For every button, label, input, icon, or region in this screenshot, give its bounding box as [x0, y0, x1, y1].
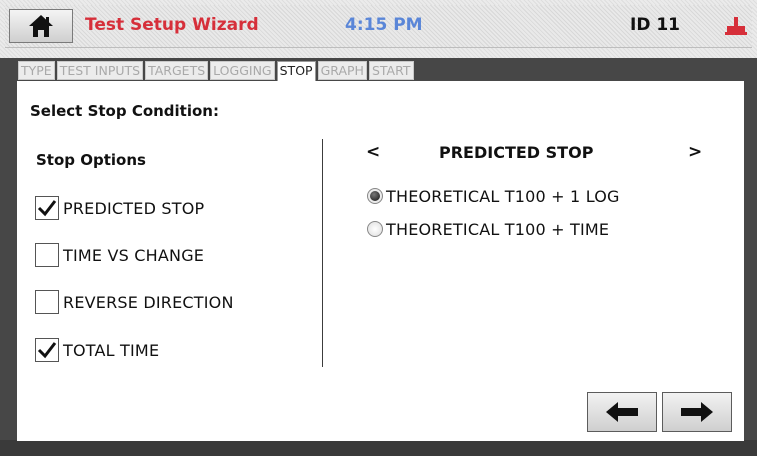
mode-title: PREDICTED STOP [439, 143, 594, 162]
radio-t100-time[interactable]: THEORETICAL T100 + TIME [367, 218, 609, 240]
option-reverse-direction[interactable]: REVERSE DIRECTION [35, 289, 234, 315]
tab-stop[interactable]: STOP [276, 61, 316, 82]
tab-test-inputs[interactable]: TEST INPUTS [56, 61, 144, 80]
checkmark-icon [37, 342, 57, 359]
back-button[interactable] [587, 392, 657, 432]
tab-logging[interactable]: LOGGING [210, 61, 275, 80]
option-time-vs-change[interactable]: TIME VS CHANGE [35, 242, 204, 268]
option-label: REVERSE DIRECTION [63, 292, 234, 312]
clock: 4:15 PM [345, 15, 423, 35]
home-icon [29, 15, 53, 37]
bottom-strip [0, 440, 757, 456]
checkmark-icon [37, 200, 57, 217]
radio-label: THEORETICAL T100 + 1 LOG [386, 186, 620, 206]
checkbox[interactable] [35, 196, 59, 220]
next-mode-button[interactable]: > [688, 142, 702, 162]
stop-panel: Select Stop Condition: Stop Options PRED… [17, 81, 744, 441]
option-label: PREDICTED STOP [63, 198, 205, 218]
section-title: Select Stop Condition: [30, 102, 219, 120]
stop-options-title: Stop Options [36, 151, 146, 169]
tab-type[interactable]: TYPE [18, 61, 55, 80]
arrow-left-icon [606, 402, 638, 422]
header-bar: Test Setup Wizard 4:15 PM ID 11 [5, 5, 752, 48]
option-total-time[interactable]: TOTAL TIME [35, 337, 159, 363]
device-id: ID 11 [630, 15, 681, 35]
wizard-tabs: TYPE TEST INPUTS TARGETS LOGGING STOP GR… [18, 61, 416, 82]
divider [322, 139, 323, 367]
app-title: Test Setup Wizard [85, 15, 259, 35]
home-button[interactable] [9, 9, 73, 43]
option-predicted-stop[interactable]: PREDICTED STOP [35, 195, 204, 221]
option-label: TOTAL TIME [63, 340, 160, 360]
arrow-right-icon [681, 402, 713, 422]
radio-t100-1-log[interactable]: THEORETICAL T100 + 1 LOG [367, 185, 620, 207]
checkbox[interactable] [35, 338, 59, 362]
radio-button[interactable] [367, 188, 383, 204]
prev-mode-button[interactable]: < [366, 142, 380, 162]
radio-label: THEORETICAL T100 + TIME [386, 219, 610, 239]
connection-icon [725, 17, 747, 35]
radio-button[interactable] [367, 221, 383, 237]
tab-targets[interactable]: TARGETS [145, 61, 209, 80]
option-label: TIME VS CHANGE [63, 245, 205, 265]
tab-graph[interactable]: GRAPH [317, 61, 367, 80]
next-button[interactable] [662, 392, 732, 432]
checkbox[interactable] [35, 243, 59, 267]
tab-start[interactable]: START [368, 61, 414, 80]
checkbox[interactable] [35, 290, 59, 314]
